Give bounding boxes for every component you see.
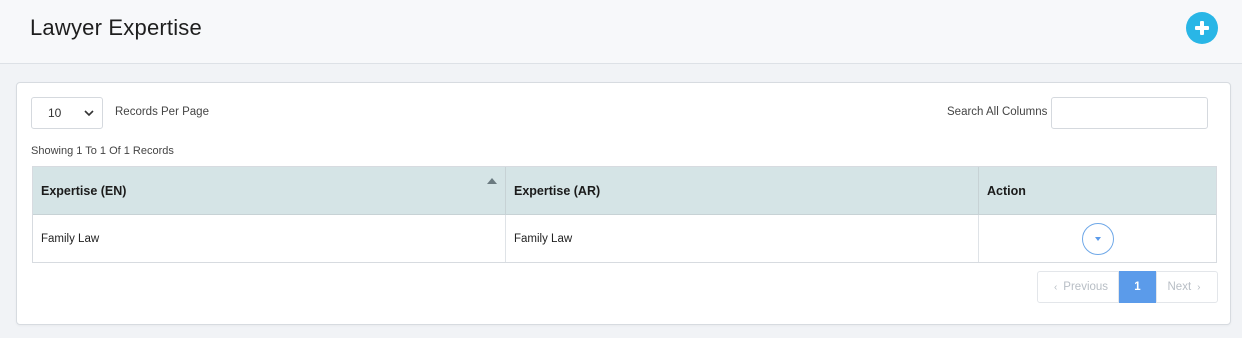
column-header-expertise-en[interactable]: Expertise (EN)	[33, 167, 506, 214]
row-action-dropdown-button[interactable]	[1082, 223, 1114, 255]
records-card: 10 Records Per Page Search All Columns S…	[16, 82, 1231, 325]
add-expertise-button[interactable]	[1186, 12, 1218, 44]
next-page-button[interactable]: Next ›	[1156, 271, 1218, 303]
column-header-action: Action	[979, 167, 1216, 214]
page-header: Lawyer Expertise	[0, 0, 1242, 64]
chevron-right-icon: ›	[1197, 281, 1201, 293]
chevron-down-icon	[84, 110, 94, 117]
page-number-button[interactable]: 1	[1119, 271, 1156, 303]
pagination: ‹ Previous 1 Next ›	[1037, 271, 1218, 303]
records-summary: Showing 1 To 1 Of 1 Records	[31, 145, 174, 157]
expertise-table: Expertise (EN) Expertise (AR) Action Fam…	[32, 166, 1217, 263]
cell-action	[979, 215, 1216, 262]
column-header-label: Expertise (AR)	[514, 183, 601, 198]
column-header-label: Action	[987, 183, 1026, 198]
cell-expertise-ar: Family Law	[506, 215, 979, 262]
page-title: Lawyer Expertise	[30, 15, 202, 40]
cell-expertise-en: Family Law	[33, 215, 506, 262]
caret-down-icon	[1095, 237, 1101, 241]
table-row: Family Law Family Law	[33, 215, 1216, 262]
previous-page-button[interactable]: ‹ Previous	[1037, 271, 1119, 303]
column-header-expertise-ar[interactable]: Expertise (AR)	[506, 167, 979, 214]
sort-ascending-icon	[487, 178, 497, 184]
per-page-label: Records Per Page	[115, 106, 209, 118]
search-all-columns-input[interactable]	[1051, 97, 1208, 129]
chevron-left-icon: ‹	[1053, 281, 1058, 293]
search-label: Search All Columns	[947, 106, 1048, 118]
table-header-row: Expertise (EN) Expertise (AR) Action	[33, 167, 1216, 215]
previous-label: Previous	[1063, 281, 1109, 293]
column-header-label: Expertise (EN)	[41, 183, 127, 198]
per-page-value: 10	[48, 106, 62, 120]
records-per-page-select[interactable]: 10	[31, 97, 103, 129]
plus-icon	[1195, 21, 1209, 35]
next-label: Next	[1167, 281, 1192, 293]
